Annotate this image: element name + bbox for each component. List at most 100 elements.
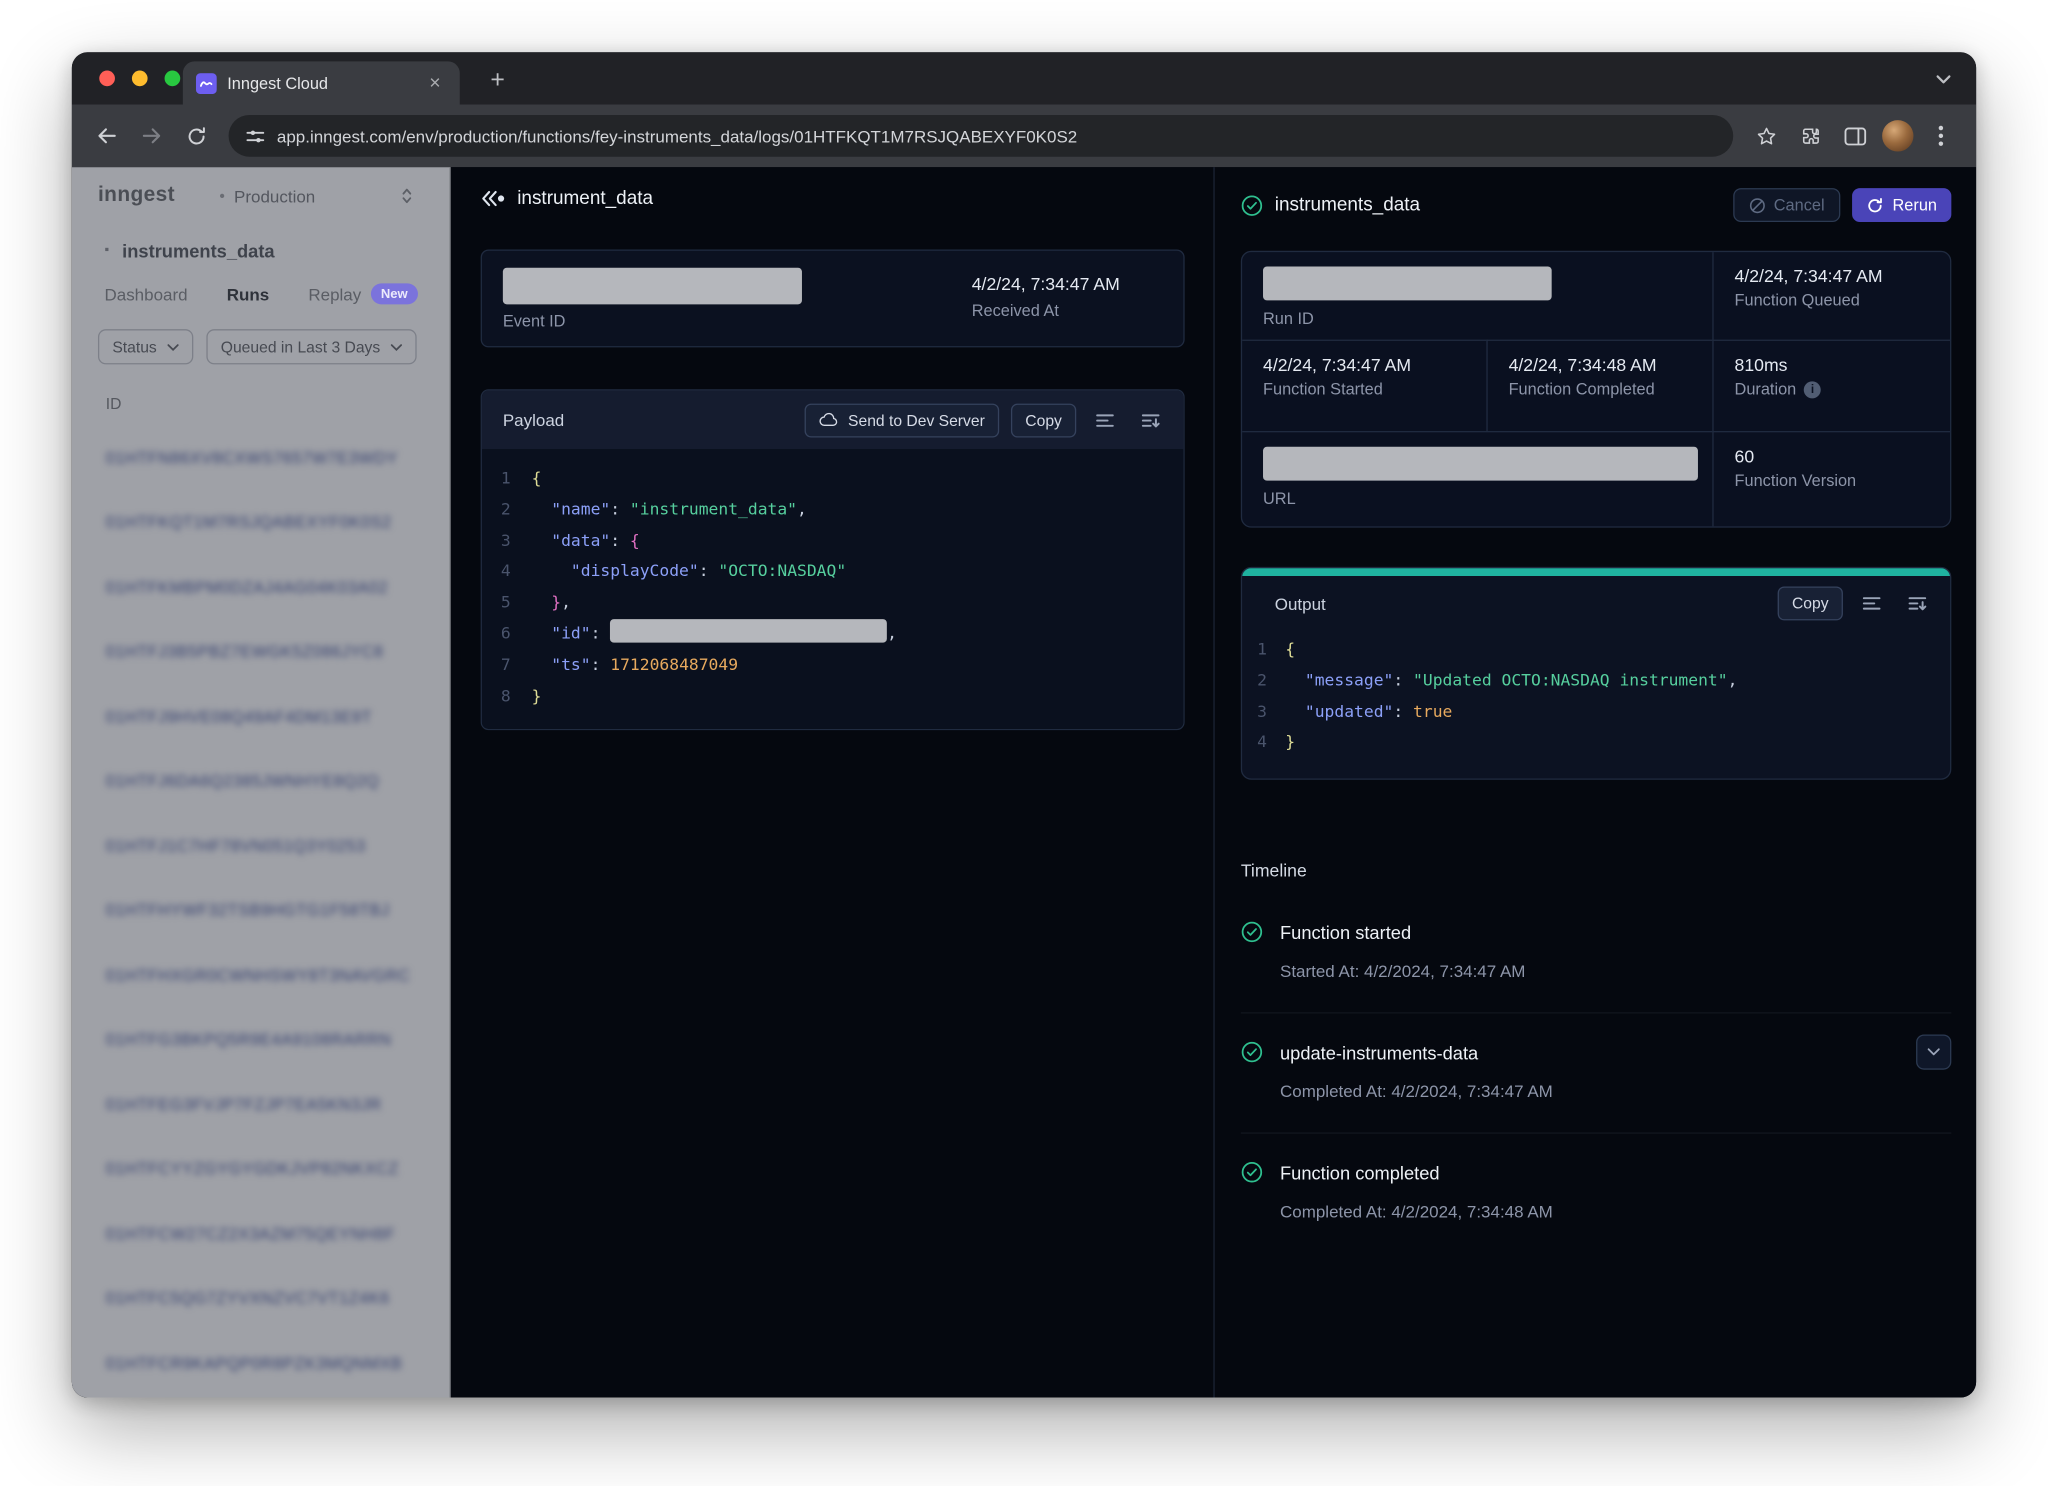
reload-button[interactable] [174, 114, 218, 158]
line-wrap-button[interactable] [1088, 403, 1122, 437]
line-number: 2 [1242, 665, 1285, 696]
run-id-item[interactable]: 01HTFN86XV8CXWS7657W7E3WDY [98, 426, 423, 491]
event-panel: instrument_data Event ID 4/2/24, 7:34:47… [451, 167, 1215, 1397]
timeline-item: Function started Started At: 4/2/2024, 7… [1241, 894, 1952, 1013]
rerun-button-label: Rerun [1893, 196, 1937, 214]
output-title: Output [1275, 594, 1326, 614]
check-circle-icon [1241, 1041, 1263, 1063]
line-number: 4 [1242, 727, 1285, 758]
profile-avatar[interactable] [1882, 120, 1913, 151]
run-id-item[interactable]: 01HTFCYYZGYGYGDKJVP82NKXCZ [98, 1137, 423, 1202]
expand-timeline-item-button[interactable] [1916, 1035, 1951, 1070]
payload-code[interactable]: 1{2 "name": "instrument_data",3 "data": … [482, 449, 1183, 729]
new-tab-button[interactable]: + [479, 63, 516, 100]
sidebar-tab-label: Replay [308, 284, 361, 304]
line-number: 3 [482, 525, 532, 556]
payload-copy-button[interactable]: Copy [1011, 403, 1076, 437]
star-icon [1755, 125, 1777, 147]
event-id-card: Event ID 4/2/24, 7:34:47 AM Received At [481, 249, 1185, 347]
kebab-menu-icon [1938, 125, 1943, 146]
check-circle-icon [1241, 1161, 1263, 1183]
run-id-item[interactable]: 01HTFHXGR0CWNHSWY8T3NAVGRC [98, 943, 423, 1008]
run-id-item[interactable]: 01HTFJ9HVE08Q49AF4DM13E9T [98, 684, 423, 749]
sidebar-tabs: Dashboard Runs Replay New [98, 283, 423, 304]
cancel-button-label: Cancel [1774, 196, 1825, 214]
chevron-down-icon [1927, 1048, 1941, 1057]
url-label: URL [1263, 490, 1697, 508]
side-panel-icon [1844, 126, 1866, 146]
sidebar-tab-replay[interactable]: Replay New [308, 283, 418, 304]
rerun-button[interactable]: Rerun [1852, 188, 1951, 222]
lines-arrow-down-icon [1908, 596, 1926, 612]
forward-button[interactable] [129, 114, 173, 158]
line-number: 1 [482, 462, 532, 493]
environment-selector[interactable]: • Production [219, 186, 423, 206]
run-id-item[interactable]: 01HTFG3BKPQ5R9E4A9108RARRN [98, 1008, 423, 1073]
close-window-button[interactable] [99, 71, 115, 87]
line-number: 1 [1242, 633, 1285, 664]
line-number: 3 [1242, 696, 1285, 727]
info-icon[interactable]: i [1804, 381, 1821, 398]
run-id-item[interactable]: 01HTFEG3FVJP7FZJP7EA5KN3JR [98, 1072, 423, 1137]
side-panel-button[interactable] [1832, 114, 1876, 158]
run-id-item[interactable]: 01HTFHYWF32TSB9HGTG1F58TBJ [98, 878, 423, 943]
output-copy-button[interactable]: Copy [1778, 586, 1843, 620]
tab-search-button[interactable] [1927, 63, 1961, 97]
sidebar-tab-label: Dashboard [104, 284, 187, 304]
received-at-label: Received At [972, 302, 1163, 320]
expand-output-button[interactable] [1900, 586, 1934, 620]
send-to-dev-server-button[interactable]: Send to Dev Server [805, 403, 999, 437]
environment-label: Production [234, 186, 315, 206]
run-id-item[interactable]: 01HTFC5QG7ZYVXNZVC7VT1Z4K6 [98, 1266, 423, 1331]
line-number: 2 [482, 493, 532, 524]
run-id-item[interactable]: 01HTFKMBPM0DZAJ4AG04K03A02 [98, 555, 423, 620]
bookmark-button[interactable] [1744, 114, 1788, 158]
browser-tab[interactable]: Inngest Cloud × [183, 61, 460, 104]
minimize-window-button[interactable] [132, 71, 148, 87]
zoom-window-button[interactable] [165, 71, 181, 87]
run-id-item[interactable]: 01HTFCR9KAPQP0R8PZK3MQNMXB [98, 1331, 423, 1396]
event-id-redacted-value [503, 268, 802, 305]
output-code[interactable]: 1{2 "message": "Updated OCTO:NASDAQ inst… [1242, 631, 1950, 779]
address-bar[interactable]: app.inngest.com/env/production/functions… [229, 115, 1734, 157]
status-filter[interactable]: Status [98, 329, 193, 364]
browser-menu-button[interactable] [1919, 114, 1963, 158]
run-id-item[interactable]: 01HTFJ1C7HF78VN051Q3Y0253 [98, 814, 423, 879]
expand-payload-button[interactable] [1134, 403, 1168, 437]
cancel-slash-icon [1749, 197, 1766, 214]
url-text: app.inngest.com/env/production/functions… [277, 126, 1077, 146]
chevron-down-icon [391, 343, 403, 351]
browser-toolbar: app.inngest.com/env/production/functions… [72, 104, 1976, 167]
date-range-filter-label: Queued in Last 3 Days [221, 338, 380, 356]
sidebar-tab-runs[interactable]: Runs [227, 284, 269, 304]
run-panel: instruments_data Cancel Rerun [1215, 167, 1976, 1397]
line-number: 7 [482, 649, 532, 680]
run-id-item[interactable]: 01HTFKQT1M7RSJQABEXYF0K0S2 [98, 490, 423, 555]
cancel-button[interactable]: Cancel [1733, 188, 1840, 222]
sidebar-tab-label: Runs [227, 284, 269, 304]
sidebar-tab-dashboard[interactable]: Dashboard [104, 284, 187, 304]
new-badge: New [370, 283, 418, 304]
send-to-dev-server-label: Send to Dev Server [848, 411, 985, 429]
output-line-wrap-button[interactable] [1855, 586, 1889, 620]
date-range-filter[interactable]: Queued in Last 3 Days [206, 329, 416, 364]
extensions-button[interactable] [1788, 114, 1832, 158]
tab-close-button[interactable]: × [423, 71, 447, 95]
tab-title: Inngest Cloud [227, 74, 412, 92]
code-line: 1{ [1242, 633, 1950, 664]
event-stream-icon [481, 189, 506, 207]
function-version-value: 60 [1735, 447, 1935, 467]
payload-title: Payload [503, 410, 564, 430]
output-copy-label: Copy [1792, 594, 1829, 612]
event-title: instrument_data [517, 188, 653, 209]
reload-icon [185, 125, 207, 147]
function-square-icon: ▪ [104, 244, 109, 257]
function-started-value: 4/2/24, 7:34:47 AM [1263, 355, 1471, 375]
code-line: 7 "ts": 1712068487049 [482, 649, 1183, 680]
duration-value: 810ms [1735, 355, 1935, 375]
run-id-item[interactable]: 01HTFCW27CZ2X3AZM75QEYNH8F [98, 1202, 423, 1267]
run-id-item[interactable]: 01HTFJ3B5PBZ7EWGK5Z086JYC8 [98, 620, 423, 685]
site-settings-icon [246, 126, 266, 146]
run-id-item[interactable]: 01HTFJ6DA6Q2385JWNHYE8Q2Q [98, 749, 423, 814]
back-button[interactable] [85, 114, 129, 158]
